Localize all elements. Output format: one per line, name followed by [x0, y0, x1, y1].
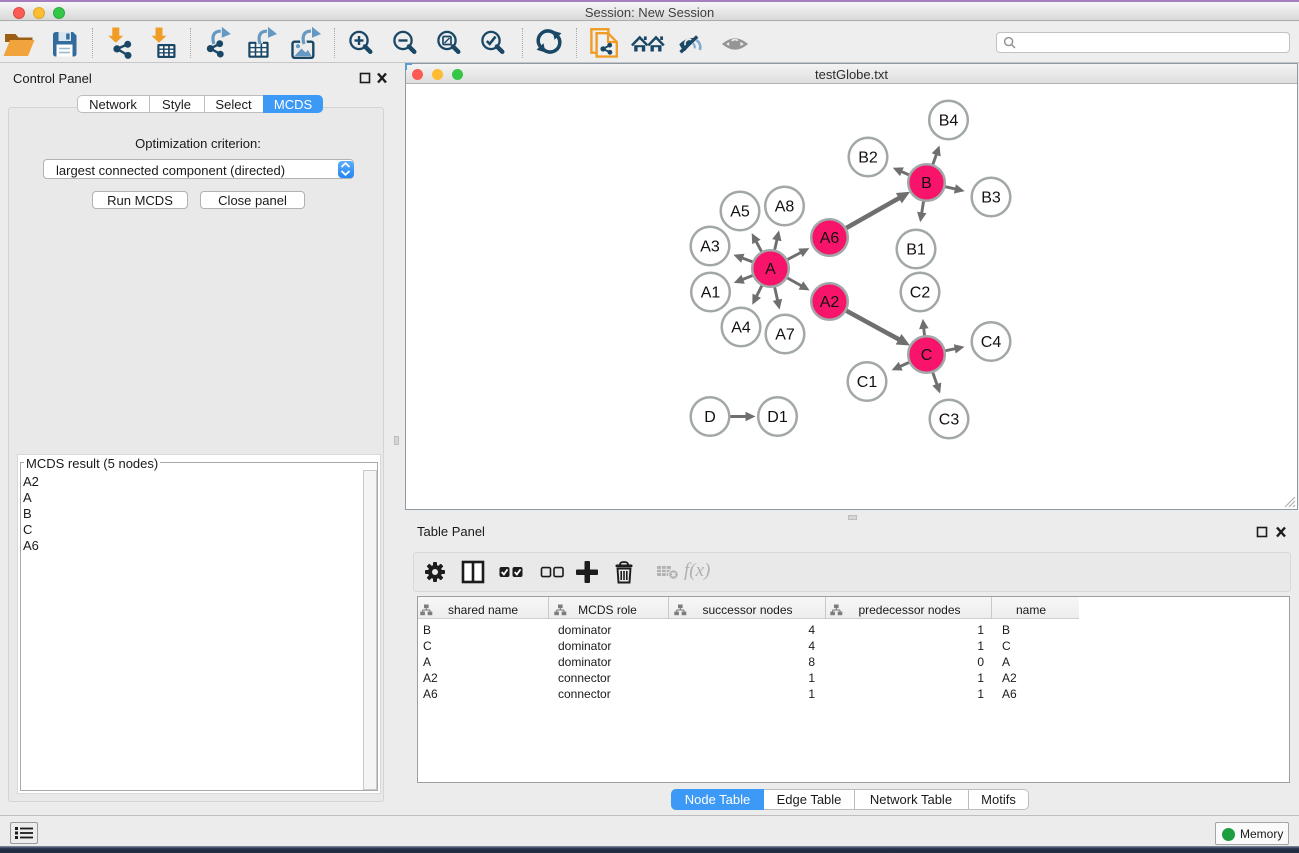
- svg-text:C4: C4: [981, 334, 1002, 351]
- svg-text:C2: C2: [910, 285, 931, 302]
- svg-text:A7: A7: [775, 327, 795, 344]
- svg-text:B2: B2: [858, 150, 878, 167]
- svg-text:C1: C1: [857, 374, 878, 391]
- svg-text:B4: B4: [939, 113, 959, 130]
- svg-text:A: A: [765, 261, 776, 278]
- svg-text:A4: A4: [731, 320, 751, 337]
- svg-text:A8: A8: [775, 199, 795, 216]
- svg-text:C: C: [921, 347, 933, 364]
- svg-text:D: D: [704, 409, 716, 426]
- svg-text:A2: A2: [820, 294, 840, 311]
- svg-text:A6: A6: [820, 230, 840, 247]
- svg-text:B1: B1: [906, 242, 926, 259]
- svg-text:A1: A1: [701, 285, 721, 302]
- svg-text:D1: D1: [767, 409, 788, 426]
- svg-text:C3: C3: [939, 412, 960, 429]
- svg-text:A3: A3: [700, 239, 720, 256]
- svg-text:A5: A5: [730, 204, 750, 221]
- svg-text:B: B: [921, 175, 932, 192]
- svg-text:B3: B3: [981, 190, 1001, 207]
